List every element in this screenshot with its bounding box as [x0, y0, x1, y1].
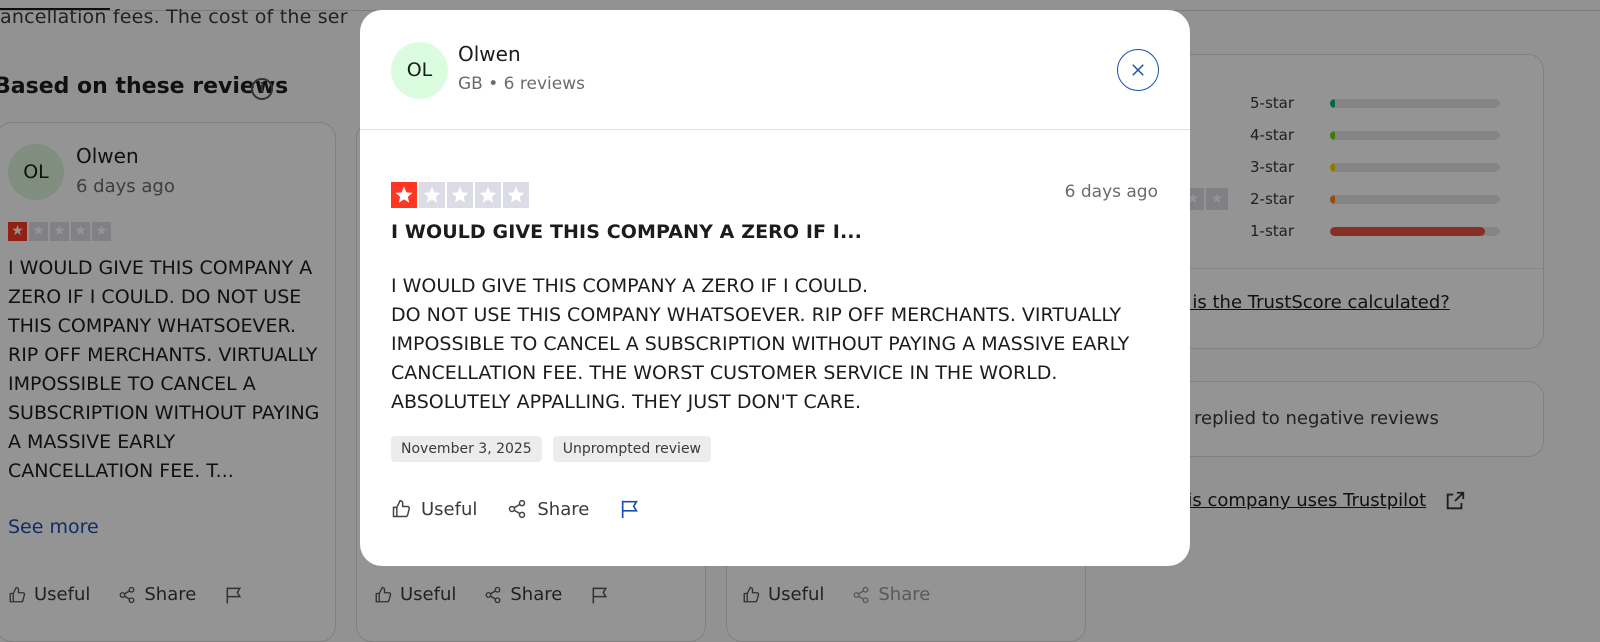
consumer-meta: GB • 6 reviews	[458, 74, 585, 94]
star-icon	[391, 182, 417, 208]
review-date: 6 days ago	[1064, 182, 1158, 202]
share-icon	[509, 499, 526, 519]
star-rating	[391, 182, 529, 208]
close-button[interactable]	[1117, 49, 1159, 91]
useful-button[interactable]: Useful	[391, 499, 477, 520]
star-icon	[447, 182, 473, 208]
review-body-line: DO NOT USE THIS COMPANY WHATSOEVER. RIP …	[391, 304, 1130, 413]
review-type-badge[interactable]: Unprompted review	[552, 436, 712, 462]
close-icon	[1132, 64, 1144, 76]
review-modal: OL Olwen GB • 6 reviews 6 days ago I WOU…	[360, 10, 1190, 566]
thumbs-up-icon	[392, 499, 411, 518]
flag-icon	[622, 500, 639, 519]
experience-date-badge: November 3, 2025	[391, 436, 542, 462]
review-body: I WOULD GIVE THIS COMPANY A ZERO IF I CO…	[391, 272, 1171, 417]
modal-header: OL Olwen GB • 6 reviews	[360, 10, 1190, 130]
share-label: Share	[537, 498, 590, 520]
avatar[interactable]: OL	[391, 42, 448, 99]
share-button[interactable]: Share	[507, 499, 589, 520]
review-tags: November 3, 2025 Unprompted review	[391, 436, 712, 462]
review-body-line: I WOULD GIVE THIS COMPANY A ZERO IF I CO…	[391, 275, 869, 297]
star-icon	[503, 182, 529, 208]
star-icon	[419, 182, 445, 208]
report-button[interactable]	[619, 498, 641, 520]
star-icon	[475, 182, 501, 208]
consumer-name[interactable]: Olwen	[458, 42, 521, 66]
useful-label: Useful	[421, 498, 478, 520]
review-actions: Useful Share	[391, 498, 641, 520]
review-title: I WOULD GIVE THIS COMPANY A ZERO IF I...	[391, 221, 862, 243]
